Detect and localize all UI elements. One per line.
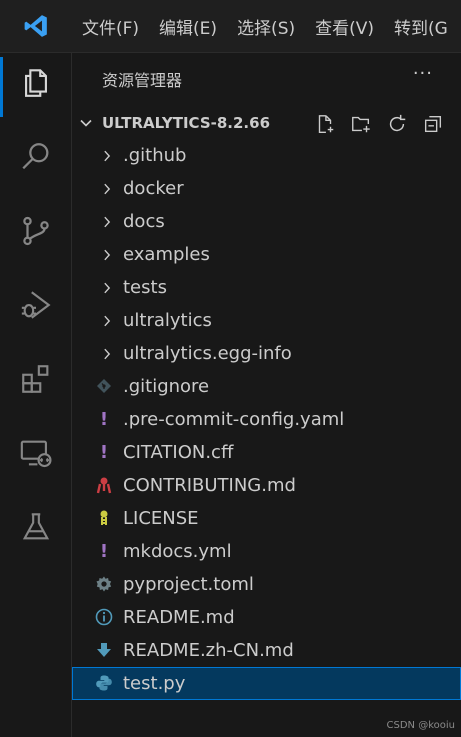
yaml-icon: ! <box>99 408 109 430</box>
menu-view[interactable]: 查看(V) <box>305 0 384 52</box>
gear-icon <box>94 574 114 594</box>
explorer-icon[interactable] <box>0 53 71 117</box>
tree-item-label: README.zh-CN.md <box>123 640 294 661</box>
tree-file-precommit[interactable]: ! .pre-commit-config.yaml <box>72 403 461 436</box>
tree-folder-docs[interactable]: docs <box>72 205 461 238</box>
tree-item-label: docker <box>123 178 184 199</box>
tree-folder-egg-info[interactable]: ultralytics.egg-info <box>72 337 461 370</box>
git-icon <box>94 376 114 396</box>
menu-go[interactable]: 转到(G <box>384 0 458 52</box>
tree-item-label: .github <box>123 145 187 166</box>
chevron-right-icon <box>100 214 114 233</box>
tree-file-readme-zh[interactable]: README.zh-CN.md <box>72 634 461 667</box>
tree-file-readme[interactable]: README.md <box>72 601 461 634</box>
chevron-right-icon <box>100 181 114 200</box>
tree-item-label: .gitignore <box>123 376 210 397</box>
tree-item-label: LICENSE <box>123 508 199 529</box>
chevron-down-icon <box>78 115 94 135</box>
menu-file[interactable]: 文件(F) <box>72 0 149 52</box>
tree-folder-examples[interactable]: examples <box>72 238 461 271</box>
new-file-icon[interactable] <box>312 111 338 137</box>
tree-file-citation[interactable]: ! CITATION.cff <box>72 436 461 469</box>
explorer-title: 资源管理器 <box>102 71 183 90</box>
tree-item-label: test.py <box>123 673 186 694</box>
python-icon <box>94 673 114 693</box>
workspace-folder-name: ULTRALYTICS-8.2.66 <box>102 114 271 132</box>
menu-selection[interactable]: 选择(S) <box>227 0 305 52</box>
folder-actions <box>312 111 446 137</box>
collapse-all-icon[interactable] <box>420 111 446 137</box>
tree-item-label: ultralytics <box>123 310 212 331</box>
tree-item-label: CITATION.cff <box>123 442 234 463</box>
tree-file-gitignore[interactable]: .gitignore <box>72 370 461 403</box>
tree-item-label: .pre-commit-config.yaml <box>123 409 345 430</box>
extensions-icon[interactable] <box>0 349 71 409</box>
chevron-right-icon <box>100 247 114 266</box>
remote-explorer-icon[interactable] <box>0 423 71 483</box>
tree-folder-github[interactable]: .github <box>72 139 461 172</box>
activity-bar <box>0 53 72 737</box>
tree-item-label: mkdocs.yml <box>123 541 232 562</box>
title-bar: 文件(F) 编辑(E) 选择(S) 查看(V) 转到(G <box>0 0 461 53</box>
vscode-logo-icon <box>0 0 72 52</box>
tree-item-label: README.md <box>123 607 235 628</box>
tree-file-pyproject[interactable]: pyproject.toml <box>72 568 461 601</box>
tree-folder-ultralytics[interactable]: ultralytics <box>72 304 461 337</box>
refresh-icon[interactable] <box>384 111 410 137</box>
workspace-folder-header[interactable]: ULTRALYTICS-8.2.66 <box>72 108 461 138</box>
license-key-icon <box>94 508 114 528</box>
tree-folder-docker[interactable]: docker <box>72 172 461 205</box>
tree-item-label: examples <box>123 244 210 265</box>
search-icon[interactable] <box>0 127 71 187</box>
yaml-icon: ! <box>99 540 109 562</box>
tree-item-label: ultralytics.egg-info <box>123 343 292 364</box>
tree-item-label: tests <box>123 277 167 298</box>
info-icon <box>94 607 114 627</box>
chevron-right-icon <box>100 148 114 167</box>
yaml-icon: ! <box>99 441 109 463</box>
tree-item-label: CONTRIBUTING.md <box>123 475 296 496</box>
source-control-icon[interactable] <box>0 201 71 261</box>
contributing-icon <box>94 475 114 495</box>
chevron-right-icon <box>100 346 114 365</box>
tree-item-label: pyproject.toml <box>123 574 254 595</box>
new-folder-icon[interactable] <box>348 111 374 137</box>
explorer-sidebar: 资源管理器 ··· ULTRALYTICS-8.2.66 .github doc… <box>72 53 461 737</box>
chevron-right-icon <box>100 280 114 299</box>
tree-file-mkdocs[interactable]: ! mkdocs.yml <box>72 535 461 568</box>
tree-file-contributing[interactable]: CONTRIBUTING.md <box>72 469 461 502</box>
tree-file-license[interactable]: LICENSE <box>72 502 461 535</box>
run-debug-icon[interactable] <box>0 275 71 335</box>
tree-folder-tests[interactable]: tests <box>72 271 461 304</box>
more-actions-button[interactable]: ··· <box>413 63 433 84</box>
chevron-right-icon <box>100 313 114 332</box>
tree-item-label: docs <box>123 211 165 232</box>
tree-file-test-py[interactable]: test.py <box>72 667 461 700</box>
download-arrow-icon <box>94 640 114 660</box>
watermark: CSDN @kooiu <box>386 720 455 731</box>
testing-flask-icon[interactable] <box>0 497 71 557</box>
menu-edit[interactable]: 编辑(E) <box>149 0 227 52</box>
